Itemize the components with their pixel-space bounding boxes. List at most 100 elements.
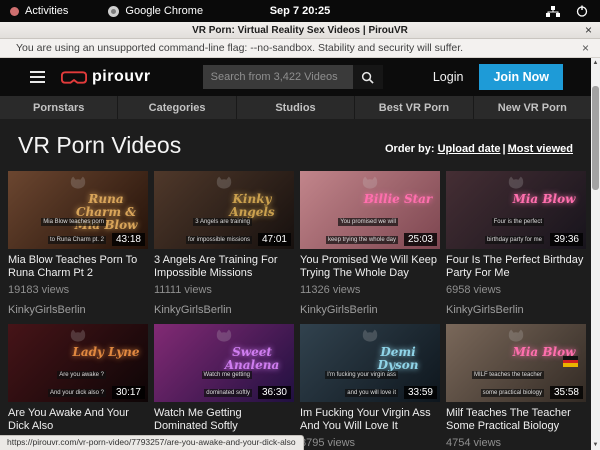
thumbnail-caption: You promised we will keep trying the who…	[304, 210, 398, 246]
nav-item-studios[interactable]: Studios	[237, 96, 355, 119]
window-title: VR Porn: Virtual Reality Sex Videos | Pi…	[192, 25, 408, 36]
video-title[interactable]: Watch Me Getting Dominated Softly	[154, 407, 294, 432]
studio-cat-mask-icon	[506, 175, 526, 191]
video-thumbnail[interactable]: Runa Charm & Mia Blow Mia Blow teaches p…	[8, 171, 148, 249]
system-top-bar: Activities Google Chrome Sep 7 20:25	[0, 0, 600, 22]
nav-item-best-vr-porn[interactable]: Best VR Porn	[355, 96, 473, 119]
thumbnail-model-name: Lady Lyne	[68, 346, 144, 359]
video-card: Billie Star You promised we will keep tr…	[300, 171, 440, 316]
main-nav: Pornstars Categories Studios Best VR Por…	[0, 96, 591, 119]
video-views: 19183 views	[8, 284, 148, 296]
video-card: Sweet Analena Watch me getting dominated…	[154, 324, 294, 449]
video-thumbnail[interactable]: Mia Blow Four is the perfect birthday pa…	[446, 171, 586, 249]
scroll-up-arrow-icon[interactable]: ▲	[591, 58, 600, 68]
thumbnail-caption: Mia Blow teaches porn to Runa Charm pt. …	[12, 210, 106, 246]
activities-button[interactable]: Activities	[0, 5, 68, 17]
video-title[interactable]: Mia Blow Teaches Porn To Runa Charm Pt 2	[8, 254, 148, 279]
notification-dot-icon	[10, 7, 19, 16]
video-title[interactable]: You Promised We Will Keep Trying The Who…	[300, 254, 440, 279]
video-thumbnail[interactable]: Lady Lyne Are you awake ? And your dick …	[8, 324, 148, 402]
video-thumbnail[interactable]: Mia Blow MILF teaches the teacher some p…	[446, 324, 586, 402]
video-card: Lady Lyne Are you awake ? And your dick …	[8, 324, 148, 449]
search-button[interactable]	[353, 65, 383, 89]
site-logo[interactable]: pirouvr	[61, 68, 151, 86]
german-flag-icon	[563, 356, 578, 367]
warning-text: You are using an unsupported command-lin…	[16, 42, 463, 54]
studio-cat-mask-icon	[68, 175, 88, 191]
studio-cat-mask-icon	[506, 328, 526, 344]
order-upload-date-link[interactable]: Upload date	[438, 143, 501, 155]
sandbox-warning-bar: You are using an unsupported command-lin…	[0, 39, 600, 58]
screen: Activities Google Chrome Sep 7 20:25 VR …	[0, 0, 600, 450]
thumbnail-model-name: Mia Blow	[506, 193, 582, 206]
thumbnail-model-name: Billie Star	[360, 193, 436, 206]
vr-goggles-icon	[61, 70, 87, 85]
video-thumbnail[interactable]: Sweet Analena Watch me getting dominated…	[154, 324, 294, 402]
video-card: Mia Blow Four is the perfect birthday pa…	[446, 171, 586, 316]
studio-cat-mask-icon	[360, 175, 380, 191]
video-card: Mia Blow MILF teaches the teacher some p…	[446, 324, 586, 449]
duration-badge: 39:36	[550, 233, 583, 246]
video-studio[interactable]: KinkyGirlsBerlin	[8, 304, 148, 316]
focused-app-menu[interactable]: Google Chrome	[108, 5, 203, 17]
duration-badge: 30:17	[112, 386, 145, 399]
nav-item-new-vr-porn[interactable]: New VR Porn	[474, 96, 591, 119]
join-now-button[interactable]: Join Now	[479, 64, 563, 90]
scroll-down-arrow-icon[interactable]: ▼	[591, 440, 600, 450]
video-thumbnail[interactable]: Kinky Angels 3 Angels are training for i…	[154, 171, 294, 249]
order-by-label: Order by:	[385, 143, 435, 155]
video-card: Kinky Angels 3 Angels are training for i…	[154, 171, 294, 316]
warning-close-icon[interactable]: ×	[582, 41, 589, 55]
video-studio[interactable]: KinkyGirlsBerlin	[154, 304, 294, 316]
duration-badge: 43:18	[112, 233, 145, 246]
video-views: 11111 views	[154, 284, 294, 296]
duration-badge: 33:59	[404, 386, 437, 399]
video-title[interactable]: Im Fucking Your Virgin Ass And You Will …	[300, 407, 440, 432]
thumbnail-caption: MILF teaches the teacher some practical …	[450, 363, 544, 399]
activities-label: Activities	[25, 5, 68, 17]
search-input[interactable]	[203, 65, 353, 89]
thumbnail-caption: Are you awake ? And your dick also ?	[12, 363, 106, 399]
login-link[interactable]: Login	[433, 70, 464, 84]
system-tray	[546, 5, 600, 17]
video-card: Runa Charm & Mia Blow Mia Blow teaches p…	[8, 171, 148, 316]
studio-cat-mask-icon	[214, 328, 234, 344]
duration-badge: 25:03	[404, 233, 437, 246]
power-icon[interactable]	[576, 5, 588, 17]
studio-cat-mask-icon	[214, 175, 234, 191]
video-title[interactable]: 3 Angels Are Training For Impossible Mis…	[154, 254, 294, 279]
scrollbar-thumb[interactable]	[592, 86, 599, 190]
page-head: VR Porn Videos Order by: Upload date|Mos…	[0, 119, 591, 169]
video-views: 6958 views	[446, 284, 586, 296]
clock[interactable]: Sep 7 20:25	[0, 5, 600, 17]
network-icon[interactable]	[546, 6, 560, 17]
video-studio[interactable]: KinkyGirlsBerlin	[446, 304, 586, 316]
video-views: 4754 views	[446, 437, 586, 449]
window-close-icon[interactable]: ×	[585, 23, 592, 37]
video-title[interactable]: Are You Awake And Your Dick Also	[8, 407, 148, 432]
video-title[interactable]: Four Is The Perfect Birthday Party For M…	[446, 254, 586, 279]
menu-hamburger-icon[interactable]	[30, 71, 45, 83]
search-box	[203, 65, 383, 89]
scrollbar[interactable]: ▲ ▼	[591, 58, 600, 450]
duration-badge: 35:58	[550, 386, 583, 399]
video-title[interactable]: Milf Teaches The Teacher Some Practical …	[446, 407, 586, 432]
video-grid: Runa Charm & Mia Blow Mia Blow teaches p…	[8, 171, 591, 449]
thumbnail-caption: Watch me getting dominated softly	[158, 363, 252, 399]
duration-badge: 47:01	[258, 233, 291, 246]
video-thumbnail[interactable]: Demi Dyson I'm fucking your virgin ass a…	[300, 324, 440, 402]
link-preview-status-bar: https://pirouvr.com/vr-porn-video/779325…	[0, 435, 304, 450]
nav-item-pornstars[interactable]: Pornstars	[0, 96, 118, 119]
nav-item-categories[interactable]: Categories	[118, 96, 236, 119]
order-most-viewed-link[interactable]: Most viewed	[508, 143, 573, 155]
logo-text: pirouvr	[92, 68, 151, 86]
video-views: 8795 views	[300, 437, 440, 449]
video-studio[interactable]: KinkyGirlsBerlin	[300, 304, 440, 316]
search-icon	[361, 71, 374, 84]
video-card: Demi Dyson I'm fucking your virgin ass a…	[300, 324, 440, 449]
thumbnail-caption: Four is the perfect birthday party for m…	[450, 210, 544, 246]
page-content: pirouvr Login Join Now Pornstars Categor…	[0, 58, 591, 450]
studio-cat-mask-icon	[68, 328, 88, 344]
duration-badge: 36:30	[258, 386, 291, 399]
video-thumbnail[interactable]: Billie Star You promised we will keep tr…	[300, 171, 440, 249]
